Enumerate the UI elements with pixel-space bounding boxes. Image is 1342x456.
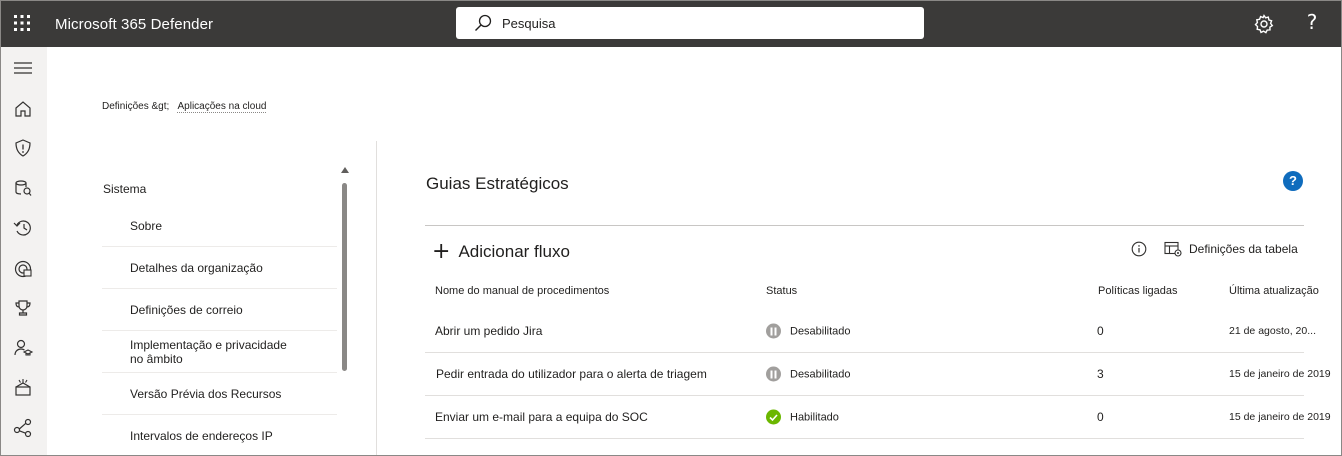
asset-icon[interactable] xyxy=(12,177,34,199)
playbook-name[interactable]: Enviar um e-mail para a equipa do SOC xyxy=(435,410,648,424)
nav-item-label: Definições de correio xyxy=(130,302,243,317)
checkmark-icon xyxy=(766,409,781,425)
trophy-icon[interactable] xyxy=(12,297,34,319)
nav-item-ip-ranges[interactable]: Intervalos de endereços IP xyxy=(102,415,337,455)
status-label: Habilitado xyxy=(790,411,839,423)
table-row[interactable]: Enviar um e-mail para a equipa do SOC Ha… xyxy=(425,396,1331,439)
nav-item-mail-settings[interactable]: Definições de correio xyxy=(102,289,337,331)
table-settings-label: Definições da tabela xyxy=(1189,242,1298,256)
status-label: Desabilitado xyxy=(790,325,851,337)
settings-gear-icon[interactable] xyxy=(1253,13,1275,35)
nav-item-feature-preview[interactable]: Versão Prévia dos Recursos xyxy=(102,373,337,415)
top-bar: Microsoft 365 Defender ? xyxy=(1,1,1341,47)
nav-item-label: Sobre xyxy=(130,218,163,233)
linked-policies-count: 0 xyxy=(1097,410,1104,424)
pause-icon xyxy=(766,366,781,382)
nav-item-organization-details[interactable]: Detalhes da organização xyxy=(102,247,337,289)
nav-item-label: Detalhes da organização xyxy=(130,260,263,275)
table-settings-button[interactable]: Definições da tabela xyxy=(1164,241,1298,257)
scroll-up-arrow-icon[interactable] xyxy=(341,167,349,173)
info-icon[interactable] xyxy=(1131,241,1147,257)
home-icon[interactable] xyxy=(12,98,34,120)
help-icon[interactable]: ? xyxy=(1303,10,1321,36)
add-flow-label: Adicionar fluxo xyxy=(458,242,570,261)
playbook-name[interactable]: Abrir um pedido Jira xyxy=(435,324,542,338)
app-window: Microsoft 365 Defender ? xyxy=(0,0,1342,456)
playbook-name[interactable]: Pedir entrada do utilizador para o alert… xyxy=(436,367,707,381)
last-updated: 21 de agosto, 20... xyxy=(1229,325,1316,337)
add-flow-button[interactable]: + Adicionar fluxo xyxy=(432,239,570,265)
search-box[interactable] xyxy=(456,7,924,39)
app-launcher-icon[interactable] xyxy=(13,14,31,32)
column-header-last-updated[interactable]: Última atualização xyxy=(1229,285,1319,297)
search-icon xyxy=(475,14,492,31)
column-header-policies[interactable]: Políticas ligadas xyxy=(1098,285,1178,297)
help-circle-icon[interactable]: ? xyxy=(1283,171,1303,191)
nav-section-heading: Sistema xyxy=(103,182,147,196)
connections-icon[interactable] xyxy=(12,417,34,439)
nav-item-label: Intervalos de endereços IP xyxy=(130,429,273,443)
partner-icon[interactable] xyxy=(12,377,34,399)
pane-divider xyxy=(376,141,377,455)
nav-scrollbar[interactable] xyxy=(338,167,352,455)
history-icon[interactable] xyxy=(12,217,34,239)
column-header-status[interactable]: Status xyxy=(766,285,797,297)
nav-item-label: Versão Prévia dos Recursos xyxy=(130,386,282,401)
plus-icon: + xyxy=(432,239,451,264)
left-navigation-rail xyxy=(1,47,47,455)
status-cell: Habilitado xyxy=(766,409,839,425)
page-title: Guias Estratégicos xyxy=(426,174,569,193)
nav-item-deployment-privacy[interactable]: Implementação e privacidade no âmbito xyxy=(102,331,337,373)
title-divider xyxy=(425,225,1304,226)
menu-icon[interactable] xyxy=(12,57,34,79)
last-updated: 15 de janeiro de 2019 xyxy=(1229,411,1331,423)
table-row[interactable]: Pedir entrada do utilizador para o alert… xyxy=(425,353,1331,396)
threat-analytics-icon[interactable] xyxy=(12,258,34,280)
scroll-thumb[interactable] xyxy=(342,183,347,371)
breadcrumb: Definições &gt; Aplicações na cloud xyxy=(102,101,272,112)
breadcrumb-root[interactable]: Definições &gt; xyxy=(102,101,169,112)
table-row[interactable]: Abrir um pedido Jira Desabilitado 0 21 d… xyxy=(425,310,1316,353)
search-input[interactable] xyxy=(502,7,902,39)
status-cell: Desabilitado xyxy=(766,323,851,339)
status-cell: Desabilitado xyxy=(766,366,851,382)
learning-icon[interactable] xyxy=(12,337,34,359)
nav-item-label: Implementação e privacidade no âmbito xyxy=(130,337,287,366)
shield-icon[interactable] xyxy=(12,137,34,159)
pause-icon xyxy=(766,323,781,339)
breadcrumb-current: Aplicações na cloud xyxy=(177,101,267,112)
linked-policies-count: 3 xyxy=(1097,367,1104,381)
status-label: Desabilitado xyxy=(790,368,851,380)
nav-item-sobre[interactable]: Sobre xyxy=(102,205,337,247)
column-header-name[interactable]: Nome do manual de procedimentos xyxy=(435,285,609,297)
app-title: Microsoft 365 Defender xyxy=(55,16,214,33)
linked-policies-count: 0 xyxy=(1097,324,1104,338)
last-updated: 15 de janeiro de 2019 xyxy=(1229,368,1331,380)
table-settings-icon xyxy=(1164,241,1182,257)
